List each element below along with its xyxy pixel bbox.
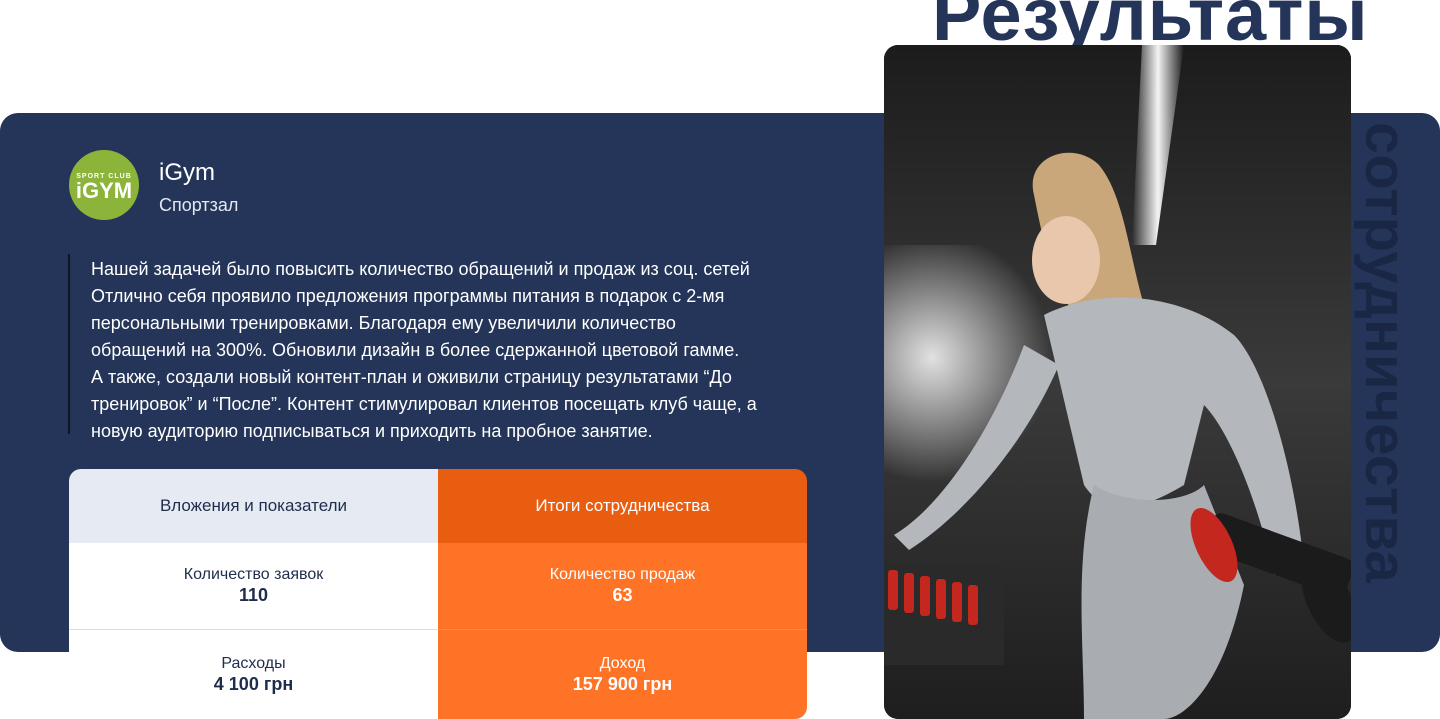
description-line: персональными тренировками. Благодаря ем…: [91, 313, 676, 333]
company-type: Спортзал: [159, 195, 239, 215]
logo-wordmark: iGYM: [75, 177, 133, 203]
description-line: А также, создали новый контент-план и ож…: [91, 367, 732, 387]
igym-logo: SPORT CLUB iGYM: [69, 150, 139, 220]
description-line: новую аудиторию подписываться и приходит…: [91, 421, 653, 441]
cell-label: Расходы: [221, 654, 286, 672]
description-line: Нашей задачей было повысить количество о…: [91, 259, 750, 279]
cell-label: Количество продаж: [549, 566, 696, 583]
cell-value: 63: [612, 585, 633, 605]
cell-value: 110: [238, 585, 269, 605]
company-name: iGym: [159, 159, 215, 186]
gym-photo: [884, 45, 1351, 719]
description-line: обращений на 300%. Обновили дизайн в бол…: [91, 340, 740, 360]
table-cell-income: Доход 157 900 грн: [438, 630, 807, 719]
description-line: тренировок” и “После”. Контент стимулиро…: [91, 394, 757, 414]
cell-label: Количество заявок: [183, 566, 324, 583]
results-table: Вложения и показатели Итоги сотрудничест…: [69, 469, 807, 719]
cell-value: 157 900 грн: [572, 673, 673, 694]
table-header-results: Итоги сотрудничества: [438, 469, 807, 543]
cell-value: 4 100 грн: [213, 673, 294, 694]
vertical-title-container: сотрудничества: [1348, 122, 1420, 642]
vertical-title: сотрудничества: [1353, 122, 1418, 583]
description-line: Отлично себя проявило предложения програ…: [91, 286, 725, 306]
table-cell-sales: Количество продаж 63: [438, 543, 807, 630]
cell-label: Доход: [599, 654, 646, 672]
quote-divider: [68, 254, 70, 434]
gym-photo-illustration: [884, 45, 1351, 719]
table-cell-requests: Количество заявок 110: [69, 543, 438, 630]
case-description: Нашей задачей было повысить количество о…: [91, 256, 821, 445]
table-header-investments: Вложения и показатели: [69, 469, 438, 543]
table-cell-expenses: Расходы 4 100 грн: [69, 630, 438, 719]
